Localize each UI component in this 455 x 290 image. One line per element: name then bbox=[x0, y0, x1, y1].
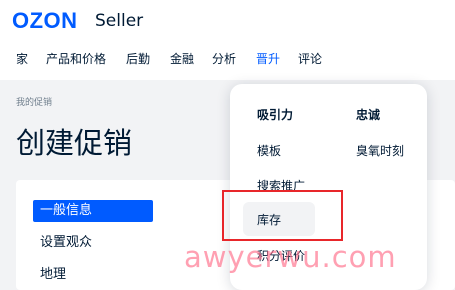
step-audience[interactable]: 设置观众 bbox=[33, 232, 153, 254]
seller-label: Seller bbox=[95, 11, 144, 31]
nav-item-logistics[interactable]: 后勤 bbox=[126, 50, 150, 67]
nav-item-reviews[interactable]: 评论 bbox=[298, 50, 322, 67]
page-title: 创建促销 bbox=[16, 126, 133, 160]
nav-item-finance[interactable]: 金融 bbox=[170, 50, 194, 67]
step-general-info[interactable]: 一般信息 bbox=[33, 200, 153, 222]
dropdown-heading-loyalty: 忠诚 bbox=[356, 108, 381, 122]
step-geography[interactable]: 地理 bbox=[33, 264, 153, 286]
ozon-logo[interactable]: OZON bbox=[12, 8, 78, 34]
nav-item-home[interactable]: 家 bbox=[16, 50, 28, 67]
main-nav: 家 产品和价格 后勤 金融 分析 晋升 评论 bbox=[0, 50, 455, 72]
dropdown-heading-attraction: 吸引力 bbox=[257, 108, 294, 122]
dropdown-item-templates[interactable]: 模板 bbox=[257, 142, 281, 159]
highlight-annotation-box bbox=[222, 190, 343, 241]
nav-item-promotion[interactable]: 晋升 bbox=[256, 50, 280, 67]
nav-item-analytics[interactable]: 分析 bbox=[212, 50, 236, 67]
top-header: OZON Seller bbox=[0, 0, 455, 40]
breadcrumb[interactable]: 我的促销 bbox=[16, 95, 52, 108]
watermark-text: awyerwu.com bbox=[184, 240, 397, 274]
dropdown-item-ozon-moment[interactable]: 臭氧时刻 bbox=[356, 142, 404, 159]
nav-item-products[interactable]: 产品和价格 bbox=[46, 50, 106, 67]
